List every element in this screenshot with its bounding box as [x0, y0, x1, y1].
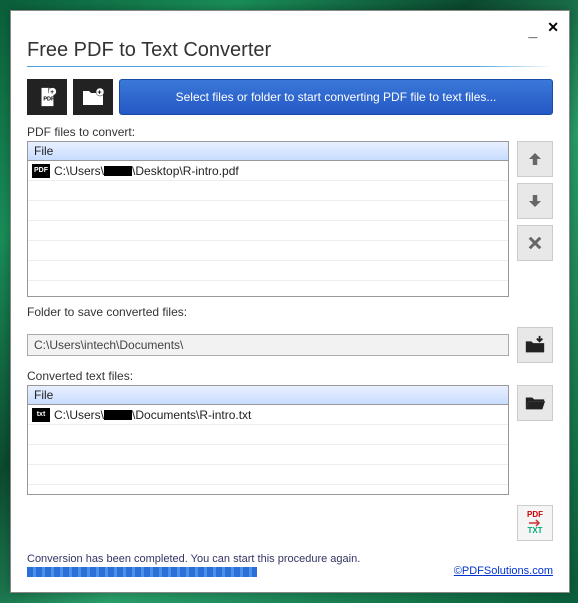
pdf-row-path: C:\Users\\Desktop\R-intro.pdf	[54, 164, 239, 178]
pdf-row-icon: PDF	[32, 164, 50, 178]
convert-pdf-label: PDF	[527, 511, 543, 519]
txt-list-header: File	[28, 386, 508, 405]
progress-bar	[27, 567, 257, 577]
convert-button[interactable]: PDF TXT	[517, 505, 553, 541]
window-controls: _ ✕	[528, 19, 559, 37]
pdf-list-label: PDF files to convert:	[27, 125, 553, 139]
svg-text:PDF: PDF	[43, 97, 55, 103]
convert-txt-label: TXT	[527, 527, 542, 535]
footer-link[interactable]: ©PDFSolutions.com	[454, 565, 553, 577]
select-files-button[interactable]: Select files or folder to start converti…	[119, 79, 553, 115]
folder-open-icon	[524, 394, 546, 412]
txt-list-box[interactable]: File txt C:\Users\\Documents\R-intro.txt	[27, 385, 509, 495]
txt-list-section: File txt C:\Users\\Documents\R-intro.txt	[27, 385, 553, 495]
output-folder-row	[27, 327, 553, 363]
arrow-up-icon	[526, 150, 544, 168]
folder-plus-icon: +	[81, 87, 105, 107]
convert-row: PDF TXT	[27, 505, 553, 541]
toolbar: PDF+ + Select files or folder to start c…	[27, 79, 553, 115]
redacted-text	[104, 166, 132, 176]
pdf-list-body: PDF C:\Users\\Desktop\R-intro.pdf	[28, 161, 508, 281]
progress-fill	[27, 567, 257, 577]
txt-list-body: txt C:\Users\\Documents\R-intro.txt	[28, 405, 508, 485]
svg-text:+: +	[50, 89, 54, 96]
status-text: Conversion has been completed. You can s…	[27, 553, 360, 565]
redacted-text	[104, 410, 132, 420]
status-section: Conversion has been completed. You can s…	[27, 549, 553, 577]
pdf-side-buttons	[517, 141, 553, 261]
move-up-button[interactable]	[517, 141, 553, 177]
browse-folder-button[interactable]	[517, 327, 553, 363]
title-divider	[27, 66, 553, 67]
output-folder-input[interactable]	[27, 334, 509, 356]
txt-list-row[interactable]: txt C:\Users\\Documents\R-intro.txt	[28, 405, 508, 425]
pdf-file-icon: PDF+	[36, 86, 58, 108]
move-down-button[interactable]	[517, 183, 553, 219]
add-pdf-file-button[interactable]: PDF+	[27, 79, 67, 115]
pdf-list-box[interactable]: File PDF C:\Users\\Desktop\R-intro.pdf	[27, 141, 509, 297]
add-folder-button[interactable]: +	[73, 79, 113, 115]
pdf-list-section: File PDF C:\Users\\Desktop\R-intro.pdf	[27, 141, 553, 297]
app-title: Free PDF to Text Converter	[27, 39, 553, 62]
close-button[interactable]: ✕	[547, 19, 559, 37]
txt-row-path: C:\Users\\Documents\R-intro.txt	[54, 408, 251, 422]
txt-side-buttons	[517, 385, 553, 421]
app-window: _ ✕ Free PDF to Text Converter PDF+ + Se…	[10, 10, 570, 593]
pdf-list-header: File	[28, 142, 508, 161]
remove-button[interactable]	[517, 225, 553, 261]
x-icon	[526, 234, 544, 252]
pdf-list-row[interactable]: PDF C:\Users\\Desktop\R-intro.pdf	[28, 161, 508, 181]
open-folder-button[interactable]	[517, 385, 553, 421]
output-folder-label: Folder to save converted files:	[27, 305, 553, 319]
txt-list-label: Converted text files:	[27, 369, 553, 383]
minimize-button[interactable]: _	[528, 23, 537, 41]
txt-row-icon: txt	[32, 408, 50, 422]
svg-text:+: +	[98, 90, 102, 97]
arrow-down-icon	[526, 192, 544, 210]
folder-arrow-icon	[524, 335, 546, 355]
